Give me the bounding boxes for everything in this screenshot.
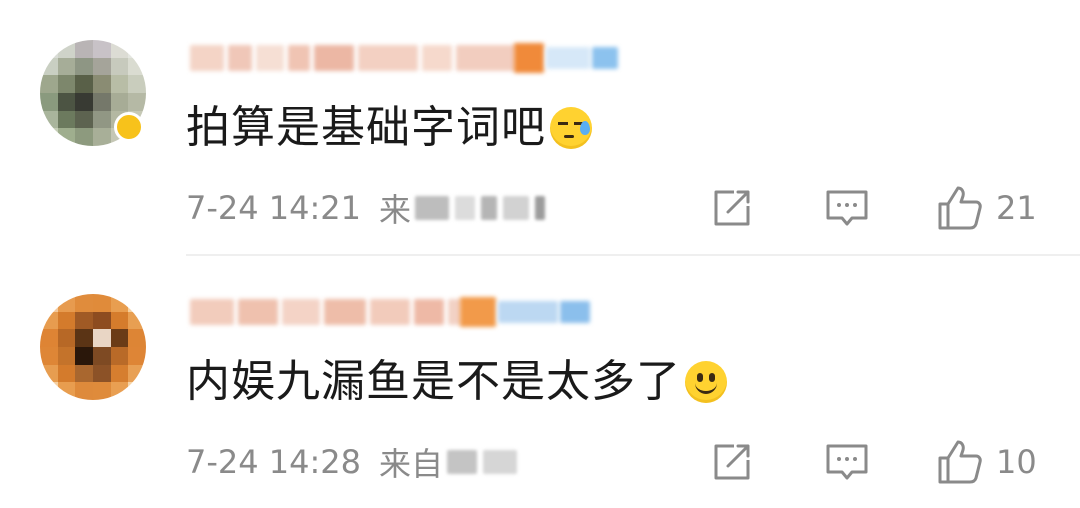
share-button[interactable]: [710, 180, 754, 236]
source: 来自: [379, 439, 518, 485]
source-prefix: 来: [379, 191, 412, 229]
source: 来: [379, 185, 546, 231]
comment-body: 内娱九漏鱼是不是太多了: [186, 356, 681, 407]
user-level-badge-icon: [514, 40, 618, 76]
thumbs-up-icon: [938, 186, 982, 230]
share-button[interactable]: [710, 434, 754, 490]
comment-meta: 7-24 14:28 来自: [186, 439, 518, 485]
share-icon: [714, 190, 750, 226]
comment-icon: [826, 444, 868, 480]
avatar[interactable]: [40, 294, 146, 400]
comment-item: 拍算是基础字词吧 7-24 14:21 来 21: [0, 0, 1080, 254]
comment-text: 内娱九漏鱼是不是太多了: [186, 352, 727, 412]
user-level-badge-icon: [460, 294, 590, 330]
comment-actions: 10: [700, 434, 1060, 490]
like-button[interactable]: 21: [936, 180, 1037, 236]
comment-body: 拍算是基础字词吧: [186, 102, 546, 153]
source-prefix: 来自: [379, 445, 444, 483]
username[interactable]: [190, 40, 516, 76]
timestamp: 7-24 14:21: [186, 189, 362, 227]
reply-button[interactable]: [824, 180, 870, 236]
comment-actions: 21: [700, 180, 1060, 236]
comment-meta: 7-24 14:21 来: [186, 185, 546, 231]
like-button[interactable]: 10: [936, 434, 1037, 490]
source-blurred: [415, 196, 546, 220]
like-count: 10: [996, 443, 1037, 481]
timestamp: 7-24 14:28: [186, 443, 362, 481]
thumbs-up-icon: [938, 440, 982, 484]
sweat-smile-emoji-icon: [550, 107, 592, 149]
username[interactable]: [190, 294, 462, 330]
smile-emoji-icon: [685, 361, 727, 403]
source-blurred: [447, 450, 518, 474]
like-count: 21: [996, 189, 1037, 227]
reply-button[interactable]: [824, 434, 870, 490]
comment-icon: [826, 190, 868, 226]
comment-item: 内娱九漏鱼是不是太多了 7-24 14:28 来自 10: [0, 254, 1080, 508]
vip-badge-icon: [114, 112, 144, 142]
comment-text: 拍算是基础字词吧: [186, 98, 592, 158]
share-icon: [714, 444, 750, 480]
